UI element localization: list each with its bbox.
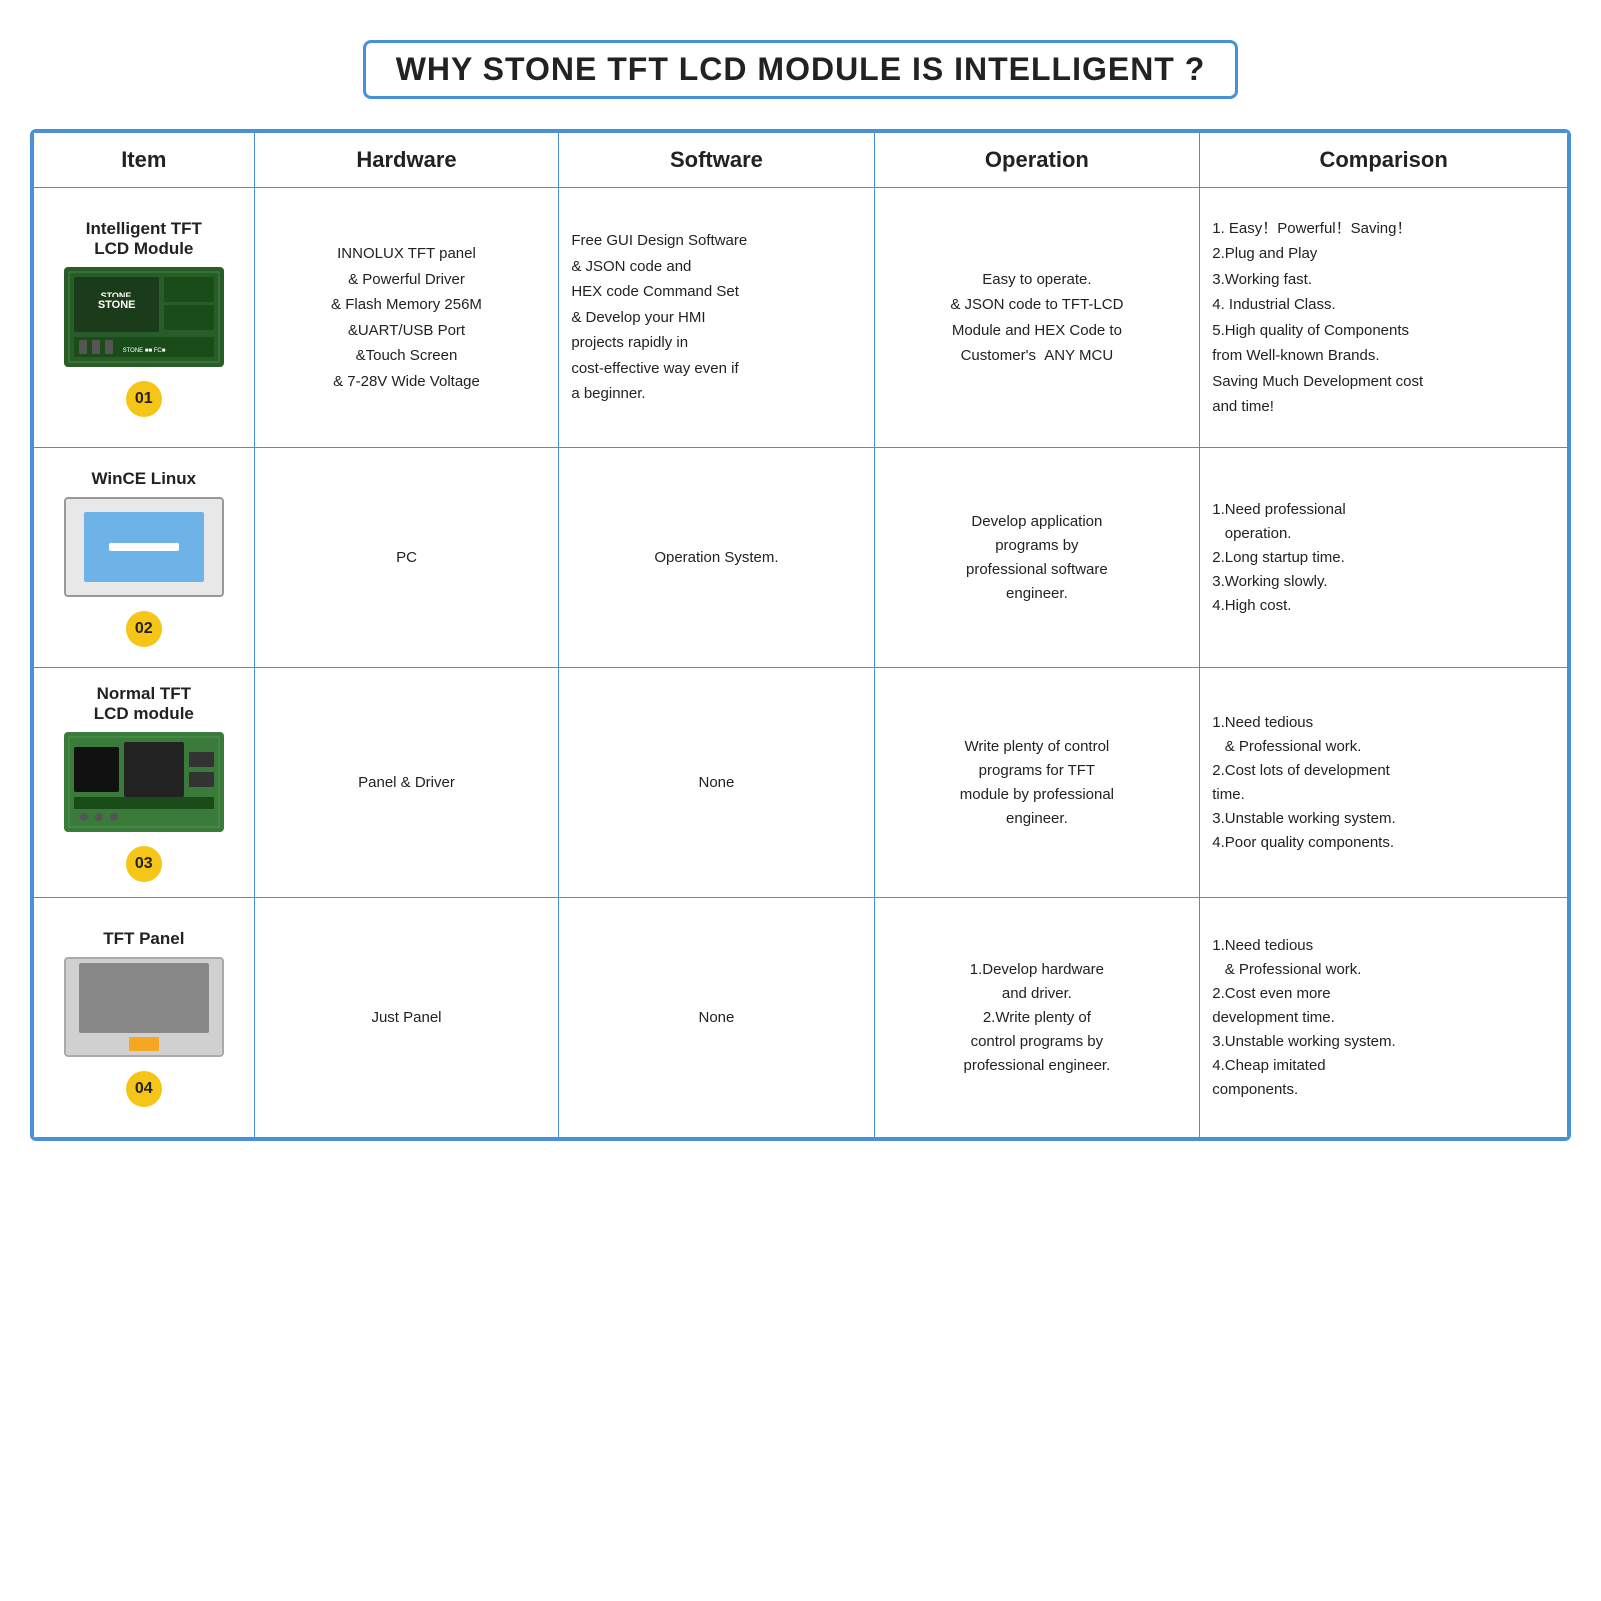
software-cell-03: None	[559, 668, 874, 898]
comparison-cell-01: 1. Easy！Powerful！Saving！2.Plug and Play3…	[1200, 188, 1568, 448]
svg-text:STONE ■■ FC■: STONE ■■ FC■	[122, 348, 165, 354]
comparison-table: Item Hardware Software Operation Compari…	[33, 132, 1568, 1138]
software-cell-02: Operation System.	[559, 448, 874, 668]
badge-03: 03	[126, 846, 162, 882]
col-header-operation: Operation	[874, 133, 1200, 188]
operation-cell-02: Develop applicationprograms byprofession…	[874, 448, 1200, 668]
page-title: WHY STONE TFT LCD MODULE IS INTELLIGENT …	[20, 40, 1581, 99]
item-name-03: Normal TFTLCD module	[46, 684, 242, 724]
normal-tft-image	[64, 732, 224, 832]
normal-tft-svg	[64, 732, 224, 832]
item-image-02	[64, 497, 224, 597]
operation-cell-01: Easy to operate.& JSON code to TFT-LCDMo…	[874, 188, 1200, 448]
table-row: WinCE Linux 02 PC Operation System. Deve…	[34, 448, 1568, 668]
wince-bar	[109, 543, 179, 551]
comparison-cell-04: 1.Need tedious & Professional work.2.Cos…	[1200, 898, 1568, 1138]
pcb-svg: STONE ●●●●● STONE ■■ FC■	[64, 267, 224, 367]
table-header-row: Item Hardware Software Operation Compari…	[34, 133, 1568, 188]
software-cell-04: None	[559, 898, 874, 1138]
badge-02: 02	[126, 611, 162, 647]
item-cell-03: Normal TFTLCD module	[34, 668, 255, 898]
wince-lcd-image	[64, 497, 224, 597]
operation-cell-03: Write plenty of controlprograms for TFTm…	[874, 668, 1200, 898]
table-row: Normal TFTLCD module	[34, 668, 1568, 898]
hardware-cell-03: Panel & Driver	[254, 668, 559, 898]
tft-panel-image	[64, 957, 224, 1057]
table-row: TFT Panel 04 Just Panel None 1.Develop h…	[34, 898, 1568, 1138]
item-image-01: STONE ●●●●● STONE ■■ FC■	[64, 267, 224, 367]
item-name-02: WinCE Linux	[46, 469, 242, 489]
item-cell-01: Intelligent TFTLCD Module STONE ●●●●●	[34, 188, 255, 448]
col-header-hardware: Hardware	[254, 133, 559, 188]
item-image-03	[64, 732, 224, 832]
comparison-table-wrapper: Item Hardware Software Operation Compari…	[30, 129, 1571, 1141]
comparison-cell-03: 1.Need tedious & Professional work.2.Cos…	[1200, 668, 1568, 898]
hardware-cell-01: INNOLUX TFT panel& Powerful Driver& Flas…	[254, 188, 559, 448]
operation-cell-04: 1.Develop hardwareand driver.2.Write ple…	[874, 898, 1200, 1138]
software-cell-01: Free GUI Design Software& JSON code andH…	[559, 188, 874, 448]
pcb-board-image: STONE ●●●●● STONE ■■ FC■	[64, 267, 224, 367]
item-name-01: Intelligent TFTLCD Module	[46, 219, 242, 259]
item-name-04: TFT Panel	[46, 929, 242, 949]
table-row: Intelligent TFTLCD Module STONE ●●●●●	[34, 188, 1568, 448]
item-image-04	[64, 957, 224, 1057]
col-header-comparison: Comparison	[1200, 133, 1568, 188]
comparison-cell-02: 1.Need professional operation.2.Long sta…	[1200, 448, 1568, 668]
tft-panel-screen	[79, 963, 209, 1033]
svg-text:●●●●●: ●●●●●	[105, 306, 126, 313]
item-cell-04: TFT Panel 04	[34, 898, 255, 1138]
svg-text:STONE: STONE	[100, 291, 131, 301]
hardware-cell-02: PC	[254, 448, 559, 668]
hardware-cell-04: Just Panel	[254, 898, 559, 1138]
item-cell-02: WinCE Linux 02	[34, 448, 255, 668]
badge-04: 04	[126, 1071, 162, 1107]
wince-screen	[84, 512, 204, 582]
col-header-software: Software	[559, 133, 874, 188]
tft-panel-ribbon	[129, 1037, 159, 1051]
col-header-item: Item	[34, 133, 255, 188]
badge-01: 01	[126, 381, 162, 417]
